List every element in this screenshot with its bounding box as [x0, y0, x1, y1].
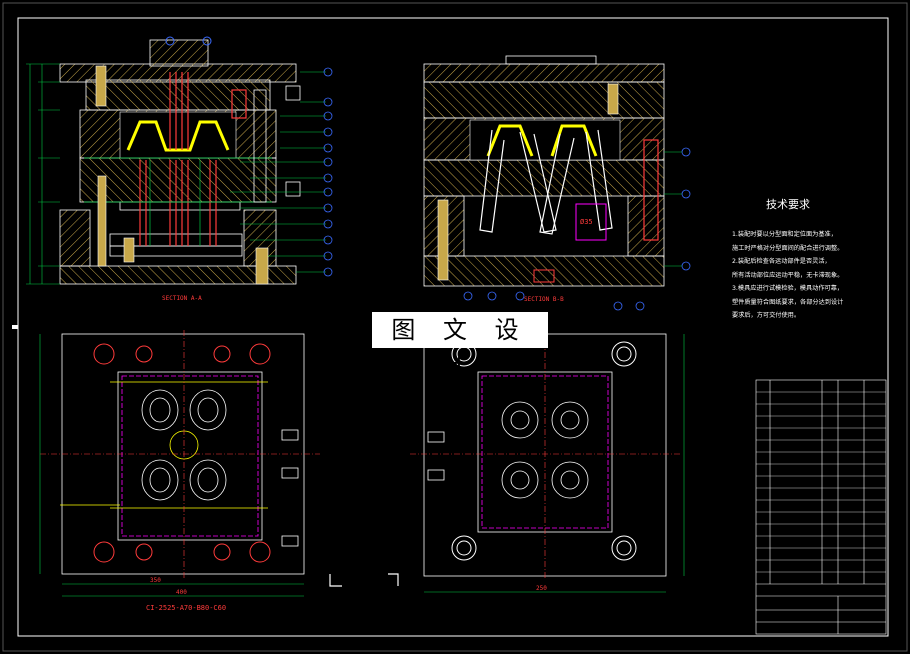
dia-tag: Ø35	[580, 218, 593, 226]
tech-line: 所有活动部位应运动平稳，无卡滞现象。	[732, 271, 844, 279]
tech-line: 3.模具应进行试模检验，模具动作可靠，	[732, 285, 844, 292]
bottom-left-label: CI-2525-A70-B80-C60	[146, 604, 227, 612]
dim-c: 250	[536, 585, 547, 592]
tech-line: 塑件质量符合图纸要求，各部分达到设计	[732, 298, 844, 306]
frame-tick-left	[12, 325, 18, 329]
side-section-label: SECTION B-B	[524, 296, 564, 303]
front-section-view	[26, 36, 333, 285]
tech-line: 施工时严格对分型面间的配合进行调整。	[732, 244, 844, 252]
bottom-left-plan-view: 350 400	[39, 330, 320, 597]
dim-a: 350	[150, 577, 161, 584]
parts-rows	[756, 391, 886, 573]
tech-title: 技术要求	[766, 198, 810, 211]
tech-line: 1.装配时要以分型面和定位面为基准，	[732, 231, 837, 238]
dim-b: 400	[176, 589, 187, 596]
title-block	[755, 379, 887, 635]
front-section-label: SECTION A-A	[162, 295, 202, 302]
technical-requirements: 技术要求 1.装配时要以分型面和定位面为基准， 施工时严格对分型面间的配合进行调…	[732, 196, 888, 323]
tech-line: 2.装配后检查各运动部件是否灵活，	[732, 258, 831, 265]
bottom-right-plan-view: 250	[329, 330, 685, 593]
watermark: 图 文 设 计	[372, 312, 548, 380]
tech-line: 要求后，方可交付使用。	[732, 312, 801, 319]
side-section-view: Ø35	[423, 55, 691, 311]
